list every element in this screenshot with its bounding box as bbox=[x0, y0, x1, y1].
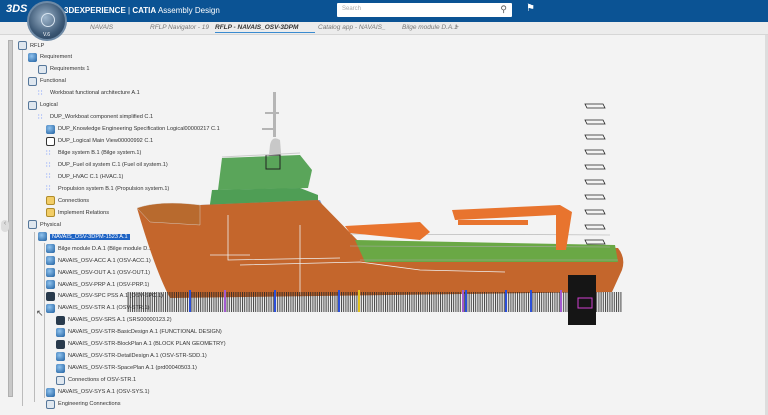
tree-node-label: Engineering Connections bbox=[58, 401, 121, 407]
tree-scrollbar[interactable] bbox=[8, 40, 13, 397]
tree-node-icon bbox=[46, 268, 55, 277]
search-input[interactable]: Search⚲ bbox=[337, 3, 512, 17]
tab-rflp-navais[interactable]: RFLP - NAVAIS_OSV-3DPM bbox=[215, 24, 315, 33]
tree-node[interactable]: Requirement bbox=[28, 52, 72, 63]
3ds-logo[interactable]: 3DS bbox=[6, 3, 27, 15]
tree-node-icon bbox=[28, 77, 37, 86]
tree-node-icon bbox=[46, 137, 55, 146]
top-bar: 3DS 3DEXPERIENCE | CATIA Assembly Design… bbox=[0, 0, 768, 22]
tree-node-icon bbox=[46, 388, 55, 397]
tree-node-icon bbox=[28, 220, 37, 229]
tree-node-label: Requirement bbox=[40, 54, 72, 60]
tree-node-icon bbox=[46, 244, 55, 253]
tree-node[interactable]: Implement Relations bbox=[46, 207, 109, 218]
tree-node-label: NAVAIS_OSV-STR-BlockPlan A.1 (BLOCK PLAN… bbox=[68, 341, 226, 347]
tree-node-icon: ∷ bbox=[46, 149, 55, 158]
tree-line bbox=[44, 243, 45, 398]
tree-node-icon bbox=[46, 280, 55, 289]
tree-node-label: NAVAIS_OSV-STR-BasicDesign A.1 (FUNCTION… bbox=[68, 329, 222, 335]
tree-node-label: Functional bbox=[40, 78, 66, 84]
tab-catalog-app[interactable]: Catalog app - NAVAIS_Cat bbox=[318, 24, 386, 31]
tree-node[interactable]: Connections of OSV-STR.1 bbox=[56, 375, 136, 386]
play-icon[interactable] bbox=[41, 13, 55, 27]
collapse-panel-button[interactable]: ‹ bbox=[1, 220, 9, 232]
new-tab-button[interactable]: + bbox=[455, 24, 459, 31]
tree-node-icon: ∷ bbox=[46, 184, 55, 193]
tree-node-icon bbox=[46, 208, 55, 217]
tree-node-icon bbox=[56, 340, 65, 349]
tree-node-label: RFLP bbox=[30, 43, 44, 49]
mouse-cursor: ↖ bbox=[36, 308, 44, 319]
tree-node-icon bbox=[28, 101, 37, 110]
tree-node[interactable]: Requirements 1 bbox=[38, 64, 90, 75]
tag-icon[interactable]: ⚑ bbox=[526, 3, 535, 14]
tree-node[interactable]: NAVAIS_OSV-STR-SpacePlan A.1 (prd0004050… bbox=[56, 363, 197, 374]
tree-node-icon bbox=[56, 316, 65, 325]
tree-node-icon bbox=[38, 65, 47, 74]
tree-node-label: NAVAIS_OSV-3DPM-1523 A.1 bbox=[50, 234, 130, 240]
tree-node-icon bbox=[38, 232, 47, 241]
tree-line bbox=[34, 232, 35, 402]
tree-node-label: NAVAIS_OSV-SYS A.1 (OSV-SYS.1) bbox=[58, 389, 150, 395]
tree-node-label: DUP_HVAC C.1 (HVAC.1) bbox=[58, 174, 123, 180]
tree-node-icon bbox=[46, 304, 55, 313]
tree-node-icon: ∷ bbox=[38, 89, 47, 98]
tree-node[interactable]: NAVAIS_OSV-STR-DetailDesign A.1 (OSV-STR… bbox=[56, 351, 207, 362]
tree-node-label: Physical bbox=[40, 222, 61, 228]
tree-node-icon bbox=[56, 328, 65, 337]
tree-line bbox=[22, 50, 23, 406]
tab-bilge-module[interactable]: Bilge module D.A.1 bbox=[402, 24, 458, 31]
app-title: 3DEXPERIENCE | CATIA Assembly Design bbox=[64, 6, 220, 15]
compass-widget[interactable]: V.6 bbox=[27, 1, 67, 41]
tree-node-icon: ∷ bbox=[46, 172, 55, 181]
aft-deck bbox=[355, 240, 618, 262]
tree-node-icon bbox=[46, 196, 55, 205]
deck-plates bbox=[585, 104, 605, 244]
tree-node-icon bbox=[28, 53, 37, 62]
tree-node[interactable]: Engineering Connections bbox=[46, 399, 121, 410]
tree-node[interactable]: Functional bbox=[28, 76, 66, 87]
tree-node[interactable]: NAVAIS_OSV-3DPM-1523 A.1 bbox=[38, 231, 130, 242]
tree-node-label: NAVAIS_OSV-STR-SpacePlan A.1 (prd0004050… bbox=[68, 365, 197, 371]
tree-node-icon bbox=[56, 364, 65, 373]
tab-bar: NAVAIS RFLP Navigator - 19 RFLP - NAVAIS… bbox=[0, 22, 768, 35]
tree-node[interactable]: RFLP bbox=[18, 40, 44, 51]
search-icon[interactable]: ⚲ bbox=[500, 4, 507, 15]
tree-node-icon: ∷ bbox=[46, 161, 55, 170]
tree-node-icon bbox=[46, 400, 55, 409]
tree-node-icon bbox=[46, 125, 55, 134]
tree-node-label: NAVAIS_OSV-STR-DetailDesign A.1 (OSV-STR… bbox=[68, 353, 207, 359]
tree-node-icon bbox=[46, 292, 55, 301]
tree-node-label: Logical bbox=[40, 102, 58, 108]
tree-node[interactable]: Logical bbox=[28, 100, 58, 111]
frame-ruler bbox=[127, 292, 622, 312]
tree-node-label: Requirements 1 bbox=[50, 66, 90, 72]
tree-node-icon bbox=[56, 352, 65, 361]
tree-node-icon bbox=[18, 41, 27, 50]
tree-node-label: Implement Relations bbox=[58, 210, 109, 216]
tree-node-icon: ∷ bbox=[38, 113, 47, 122]
tree-node[interactable]: Physical bbox=[28, 219, 61, 230]
3d-viewport[interactable] bbox=[120, 70, 640, 330]
tree-node[interactable]: ∷DUP_HVAC C.1 (HVAC.1) bbox=[46, 171, 123, 182]
tree-node[interactable]: NAVAIS_OSV-SYS A.1 (OSV-SYS.1) bbox=[46, 387, 150, 398]
tree-node[interactable]: NAVAIS_OSV-STR-BlockPlan A.1 (BLOCK PLAN… bbox=[56, 339, 226, 350]
tab-rflp-navigator[interactable]: RFLP Navigator - 19 bbox=[150, 24, 209, 31]
tree-node[interactable]: Connections bbox=[46, 195, 89, 206]
tree-node-label: Connections of OSV-STR.1 bbox=[68, 377, 136, 383]
tab-navais[interactable]: NAVAIS bbox=[90, 24, 113, 31]
tree-node-label: Connections bbox=[58, 198, 89, 204]
tree-node-icon bbox=[56, 376, 65, 385]
tree-node-icon bbox=[46, 256, 55, 265]
